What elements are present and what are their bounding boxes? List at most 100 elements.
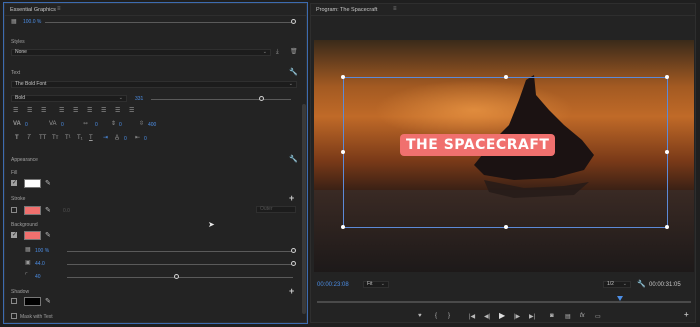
faux-bold-icon[interactable]: T (15, 135, 19, 141)
chevron-down-icon: ⌄ (380, 281, 385, 287)
resize-handle-t[interactable] (504, 75, 508, 79)
faux-italic-icon[interactable]: T (27, 135, 31, 141)
underline-icon[interactable]: T (89, 135, 93, 141)
align-top-icon[interactable]: ☰ (115, 108, 120, 114)
resize-handle-l[interactable] (341, 150, 345, 154)
leading-value[interactable]: 400 (148, 122, 156, 128)
delete-style-icon[interactable]: 🗑 (290, 49, 298, 55)
program-menu-icon[interactable]: ≡ (393, 6, 397, 12)
align-left-icon[interactable]: ☰ (13, 108, 18, 114)
video-preview[interactable]: THE SPACECRAFT (314, 40, 694, 272)
corner-radius-slider-track[interactable] (67, 277, 293, 278)
align-center-icon[interactable]: ☰ (27, 108, 32, 114)
opacity-slider-track[interactable] (45, 22, 293, 23)
stroke-eyedropper-icon[interactable]: ✎ (45, 206, 51, 214)
comparison-view-icon[interactable]: ▤ (565, 313, 571, 320)
stroke-width-value[interactable]: 0.0 (63, 208, 70, 214)
justify-right-icon[interactable]: ☰ (87, 108, 92, 114)
bg-corner-value[interactable]: 40 (35, 274, 41, 280)
font-size-slider-knob[interactable] (259, 96, 264, 101)
baseline-value[interactable]: 0 (124, 136, 127, 142)
corner-radius-slider-knob[interactable] (174, 274, 179, 279)
leading-left-value[interactable]: 0 (119, 122, 122, 128)
resize-handle-bl[interactable] (341, 225, 345, 229)
download-style-icon[interactable]: ⤓ (276, 49, 279, 55)
mask-with-text-checkbox[interactable] (11, 313, 17, 319)
small-caps-icon[interactable]: Tт (52, 135, 58, 141)
add-marker-icon[interactable]: ♥ (418, 313, 422, 319)
font-weight-dropdown[interactable]: Bold ⌄ (11, 95, 127, 102)
timeline-scrubber[interactable] (317, 301, 691, 303)
go-to-out-icon[interactable]: ▶| (529, 313, 535, 320)
bg-opacity-value[interactable]: 100 % (35, 248, 49, 254)
font-dropdown[interactable]: The Bold Font ⌄ (11, 81, 297, 88)
shadow-checkbox[interactable] (11, 298, 17, 304)
current-timecode[interactable]: 00:00:23:08 (317, 282, 349, 288)
text-settings-icon[interactable]: 🔧 (289, 68, 298, 76)
resize-handle-r[interactable] (665, 150, 669, 154)
superscript-icon[interactable]: T¹ (65, 135, 71, 141)
bg-opacity-slider-track[interactable] (67, 251, 293, 252)
step-back-icon[interactable]: ◀| (484, 313, 490, 320)
resize-handle-br[interactable] (665, 225, 669, 229)
add-shadow-icon[interactable]: + (289, 286, 294, 296)
justify-center-icon[interactable]: ☰ (73, 108, 78, 114)
bg-size-value[interactable]: 44.0 (35, 261, 45, 267)
bg-opacity-slider-knob[interactable] (291, 248, 296, 253)
align-right-icon[interactable]: ☰ (41, 108, 46, 114)
resize-handle-tl[interactable] (341, 75, 345, 79)
background-eyedropper-icon[interactable]: ✎ (45, 231, 51, 239)
font-size-slider-track[interactable] (151, 99, 291, 100)
tracking-icon: VA (13, 121, 21, 127)
play-icon[interactable]: ▶ (499, 311, 505, 320)
bg-size-slider-knob[interactable] (291, 261, 296, 266)
stroke-checkbox[interactable] (11, 207, 17, 213)
export-frame-icon[interactable]: ◙ (550, 313, 554, 319)
fx-icon[interactable]: fx (580, 313, 585, 319)
opacity-slider-knob[interactable] (291, 19, 296, 24)
resize-handle-b[interactable] (504, 225, 508, 229)
mark-in-icon[interactable]: { (435, 313, 437, 319)
add-stroke-icon[interactable]: + (289, 193, 294, 203)
tab-icon[interactable]: ⇤ (135, 135, 140, 141)
stroke-style-dropdown[interactable]: Outer (256, 206, 296, 213)
justify-all-icon[interactable]: ☰ (101, 108, 106, 114)
fill-eyedropper-icon[interactable]: ✎ (45, 179, 51, 187)
shadow-eyedropper-icon[interactable]: ✎ (45, 297, 51, 305)
playhead-marker[interactable] (617, 296, 623, 301)
fit-dropdown[interactable]: Fit ⌄ (363, 281, 389, 288)
panel-menu-icon[interactable]: ≡ (57, 6, 61, 12)
tracking-value[interactable]: 0 (25, 122, 28, 128)
appearance-settings-icon[interactable]: 🔧 (289, 155, 298, 163)
justify-left-icon[interactable]: ☰ (59, 108, 64, 114)
styles-dropdown[interactable]: None ⌄ (11, 49, 271, 56)
fill-color-swatch[interactable] (24, 179, 41, 188)
background-checkbox[interactable] (11, 231, 17, 238)
kerning-value[interactable]: 0 (61, 122, 64, 128)
go-to-in-icon[interactable]: |◀ (469, 313, 475, 320)
mark-out-icon[interactable]: } (448, 313, 450, 319)
all-caps-icon[interactable]: TT (39, 135, 46, 141)
baseline-shift-icon[interactable]: A̲ (115, 135, 119, 141)
button-editor-add-icon[interactable]: + (684, 310, 689, 319)
background-color-swatch[interactable] (24, 231, 41, 240)
background-label: Background (11, 222, 38, 228)
resolution-dropdown[interactable]: 1/2 ⌄ (603, 281, 631, 288)
shadow-color-swatch[interactable] (24, 297, 41, 306)
tab-width-icon[interactable]: ⇥ (103, 135, 108, 141)
tab-value[interactable]: 0 (144, 136, 147, 142)
vr-video-icon[interactable]: ▭ (595, 313, 601, 320)
tsume-value[interactable]: 0 (95, 122, 98, 128)
subscript-icon[interactable]: T₁ (77, 135, 83, 141)
stroke-color-swatch[interactable] (24, 206, 41, 215)
panel-scrollbar[interactable] (302, 104, 306, 314)
text-bounding-box[interactable] (341, 75, 669, 229)
resize-handle-tr[interactable] (665, 75, 669, 79)
align-middle-icon[interactable]: ☰ (129, 108, 134, 114)
fill-checkbox[interactable] (11, 179, 17, 186)
opacity-value[interactable]: 100.0 % (23, 19, 41, 25)
monitor-settings-icon[interactable]: 🔧 (637, 280, 646, 288)
bg-size-slider-track[interactable] (67, 264, 293, 265)
font-size-value[interactable]: 331 (135, 96, 143, 102)
step-forward-icon[interactable]: |▶ (514, 313, 520, 320)
